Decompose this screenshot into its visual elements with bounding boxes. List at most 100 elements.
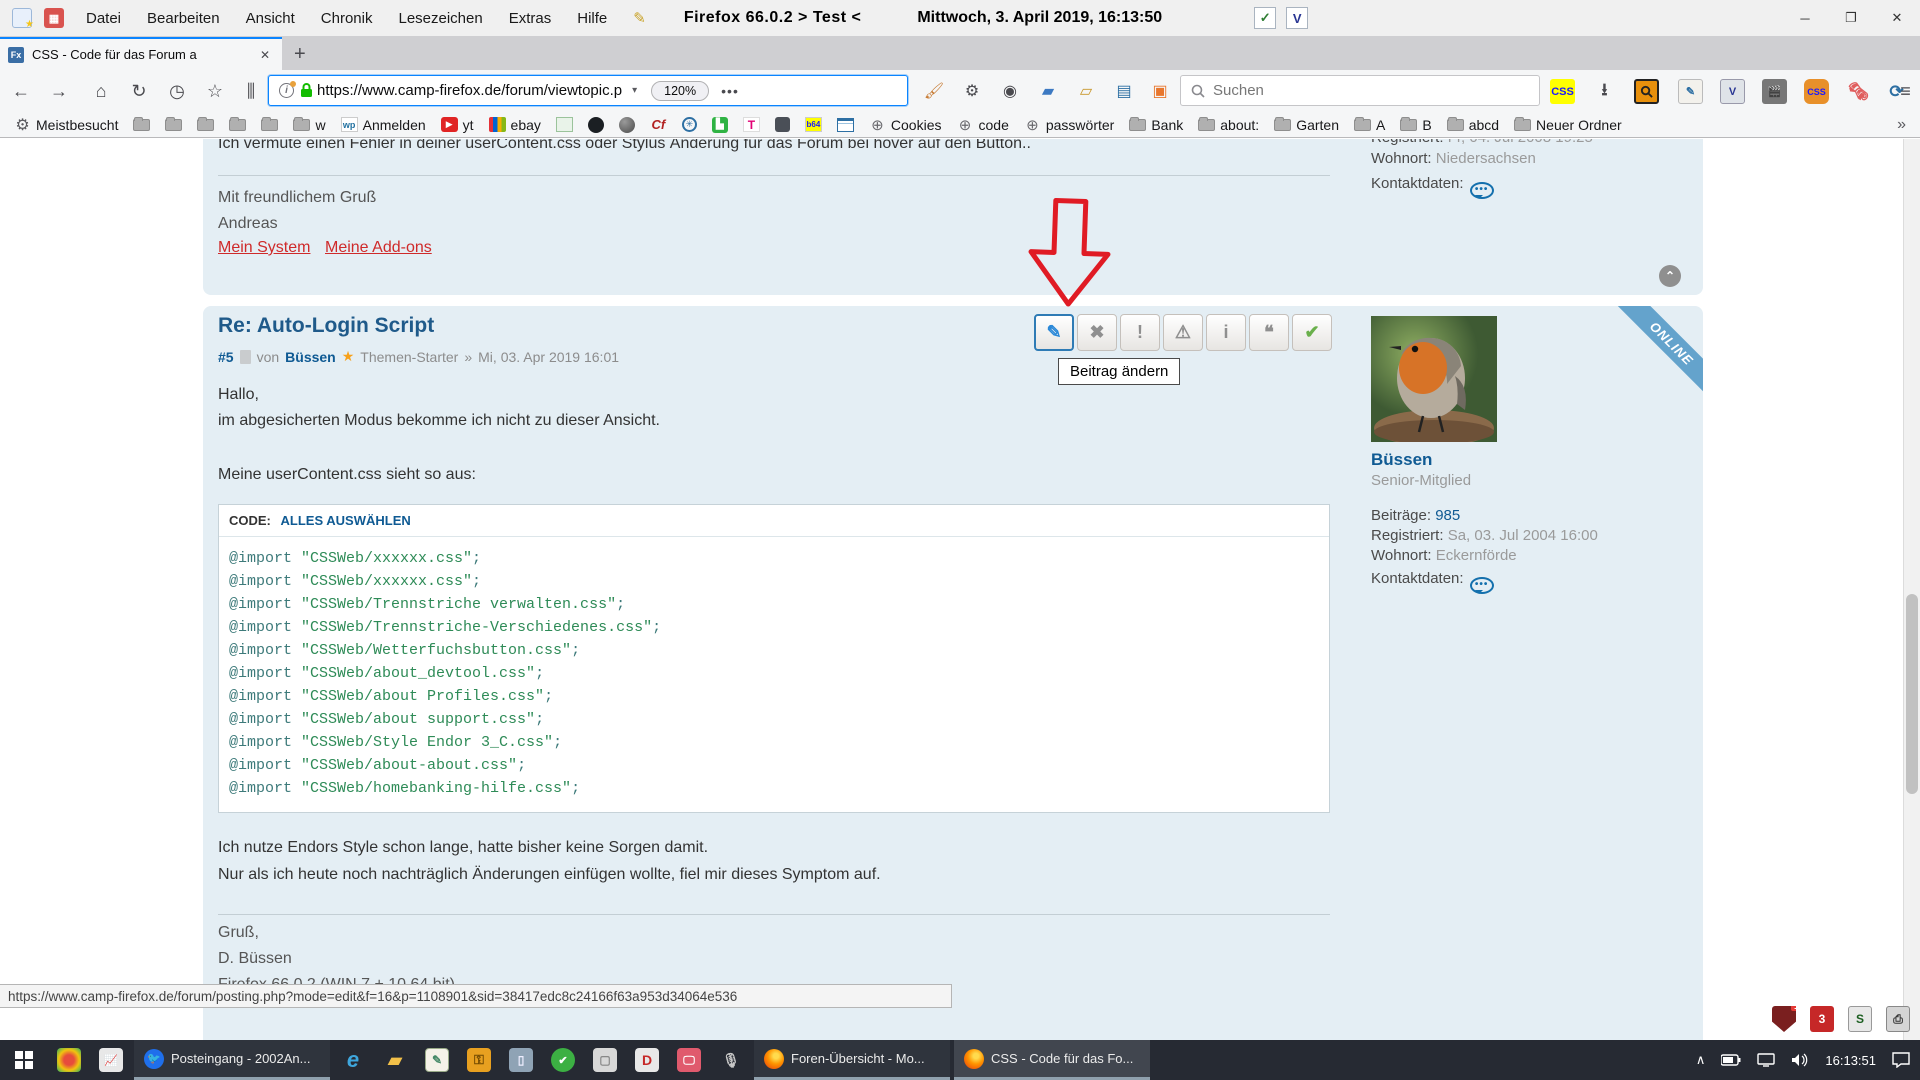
- taskbar-task[interactable]: 🦊Foren-Übersicht - Mo...: [754, 1040, 950, 1080]
- edit-button[interactable]: ✎: [1034, 314, 1074, 351]
- network-monitor-icon[interactable]: [1757, 1053, 1775, 1067]
- contact-bubble-icon[interactable]: •••: [1470, 182, 1494, 199]
- information-button[interactable]: i: [1206, 314, 1246, 351]
- paintbrush-icon[interactable]: 🖌: [922, 79, 946, 103]
- bookmark-about-[interactable]: about:: [1198, 117, 1259, 133]
- taskbar-icon-edge[interactable]: e: [332, 1040, 374, 1080]
- bookmark-neuer-ordner[interactable]: Neuer Ordner: [1514, 117, 1622, 133]
- forward-icon[interactable]: →: [46, 78, 72, 104]
- history-icon[interactable]: ◷: [164, 78, 190, 104]
- open-folder-icon[interactable]: ▱: [1074, 79, 1098, 103]
- play-circle-icon[interactable]: ◉: [998, 79, 1022, 103]
- bookmark-folder-3[interactable]: [197, 119, 214, 131]
- select-all-link[interactable]: ALLES AUSWÄHLEN: [281, 513, 411, 528]
- url-bar[interactable]: i https://www.camp-firefox.de/forum/view…: [268, 75, 908, 106]
- urlbar-dropdown-icon[interactable]: ▾: [632, 85, 637, 96]
- report-button[interactable]: !: [1120, 314, 1160, 351]
- bookmark-cookies[interactable]: ⊕Cookies: [869, 117, 942, 133]
- notes-pencil-icon[interactable]: ✎: [1678, 79, 1703, 104]
- shield-desktop-icon[interactable]: 1: [1772, 1006, 1796, 1032]
- menu-hilfe[interactable]: Hilfe: [577, 10, 607, 27]
- taskbar-icon-greencheck[interactable]: ✔: [542, 1040, 584, 1080]
- close-button[interactable]: ✕: [1874, 0, 1920, 36]
- profile-username[interactable]: Büssen: [1371, 450, 1691, 470]
- approve-button[interactable]: ✔: [1292, 314, 1332, 351]
- bookmark-ebay[interactable]: ebay: [489, 117, 541, 133]
- taskbar-icon-dred[interactable]: D: [626, 1040, 668, 1080]
- printer-desktop-icon[interactable]: ⎙: [1886, 1006, 1910, 1032]
- gear-icon[interactable]: ⚙: [960, 79, 984, 103]
- avatar[interactable]: [1371, 316, 1497, 442]
- url-text[interactable]: https://www.camp-firefox.de/forum/viewto…: [317, 82, 622, 99]
- posts-count-link[interactable]: 985: [1435, 507, 1460, 524]
- bookmark-listblue-19[interactable]: [837, 118, 854, 132]
- taskbar-icon-pie[interactable]: ◔: [48, 1040, 90, 1080]
- library-icon[interactable]: ⫼: [238, 78, 264, 104]
- bookmark-garten[interactable]: Garten: [1274, 117, 1339, 133]
- bookmark-cf-13[interactable]: Cf: [650, 117, 667, 132]
- bookmark-passw-rter[interactable]: ⊕passwörter: [1024, 117, 1114, 133]
- spreadsheet-check-icon[interactable]: ✓: [1254, 7, 1276, 29]
- contact-bubble-icon[interactable]: •••: [1470, 577, 1494, 594]
- window-panel-icon[interactable]: ▤: [1112, 79, 1136, 103]
- v-extension-icon[interactable]: V: [1720, 79, 1745, 104]
- taskbar-icon-notes[interactable]: ✎: [416, 1040, 458, 1080]
- taskbar-task[interactable]: 🦊CSS - Code für das Fo...: [954, 1040, 1150, 1080]
- scrollbar[interactable]: [1903, 139, 1920, 1040]
- menu-bearbeiten[interactable]: Bearbeiten: [147, 10, 220, 27]
- star-icon[interactable]: ☆: [202, 78, 228, 104]
- bookmark-b[interactable]: B: [1400, 117, 1431, 133]
- bookmark-abcd[interactable]: abcd: [1447, 117, 1499, 133]
- bookmark-w[interactable]: w: [293, 117, 325, 133]
- page-actions-icon[interactable]: •••: [721, 83, 739, 99]
- script-scroll-icon[interactable]: 🗞: [1846, 79, 1871, 104]
- css-smiley-icon[interactable]: CSS: [1804, 79, 1829, 104]
- quote-button[interactable]: ❝: [1249, 314, 1289, 351]
- taskbar-icon-redmonitor[interactable]: 🖵: [668, 1040, 710, 1080]
- orange-app-icon[interactable]: ▣: [1148, 79, 1172, 103]
- bookmark-telekom-16[interactable]: T: [743, 117, 760, 132]
- link-mein-system[interactable]: Mein System: [218, 239, 310, 257]
- bookmark-globeblue-14[interactable]: ✳: [682, 117, 697, 132]
- menu-chronik[interactable]: Chronik: [321, 10, 373, 27]
- bookmark-folder-2[interactable]: [165, 119, 182, 131]
- bookmark-sphere-12[interactable]: [619, 117, 635, 133]
- bookmark-bank[interactable]: Bank: [1129, 117, 1183, 133]
- new-tab-button[interactable]: +: [282, 43, 318, 70]
- tab-active[interactable]: Fx CSS - Code für das Forum a ✕: [0, 37, 282, 70]
- bookmarks-overflow-icon[interactable]: »: [1897, 116, 1906, 134]
- start-button[interactable]: [0, 1040, 48, 1080]
- delete-button[interactable]: ✖: [1077, 314, 1117, 351]
- taskbar-icon-chart[interactable]: 📈: [90, 1040, 132, 1080]
- v-app-icon[interactable]: V: [1286, 7, 1308, 29]
- menu-extras[interactable]: Extras: [509, 10, 552, 27]
- code-body[interactable]: @import "CSSWeb/xxxxxx.css";@import "CSS…: [219, 537, 1329, 812]
- zoom-level-button[interactable]: 120%: [651, 81, 709, 101]
- site-info-icon[interactable]: i: [279, 83, 294, 98]
- menu-datei[interactable]: Datei: [86, 10, 121, 27]
- bookmark-greenbox-15[interactable]: ▙: [712, 117, 728, 133]
- sbox-desktop-icon[interactable]: S: [1848, 1006, 1872, 1032]
- restore-button[interactable]: ❐: [1828, 0, 1874, 36]
- bookmark-meistbesucht[interactable]: ⚙Meistbesucht: [14, 117, 118, 133]
- back-to-top-icon[interactable]: ⌃: [1659, 265, 1681, 287]
- bookmark-anmelden[interactable]: wpAnmelden: [341, 117, 426, 133]
- battery-icon[interactable]: [1721, 1054, 1741, 1066]
- bookmark-github-11[interactable]: [588, 117, 604, 133]
- taskbar-icon-explorer[interactable]: ▰: [374, 1040, 416, 1080]
- menu-lesezeichen[interactable]: Lesezeichen: [398, 10, 482, 27]
- tray-chevron-icon[interactable]: ∧: [1696, 1052, 1706, 1068]
- reload-icon[interactable]: ↻: [126, 78, 152, 104]
- home-icon[interactable]: ⌂: [88, 78, 114, 104]
- bookmark-yt[interactable]: ▶yt: [441, 117, 474, 133]
- hamburger-menu-icon[interactable]: ≡: [1893, 79, 1918, 104]
- download-icon[interactable]: ⭳: [1592, 79, 1617, 104]
- blue-folder-icon[interactable]: ▰: [1036, 79, 1060, 103]
- scrollbar-thumb[interactable]: [1906, 594, 1918, 794]
- taskbar-task[interactable]: 🐦Posteingang - 2002An...: [134, 1040, 330, 1080]
- clapperboard-icon[interactable]: 🎬: [1762, 79, 1787, 104]
- bookmark-folder-1[interactable]: [133, 119, 150, 131]
- speaker-icon[interactable]: [1791, 1053, 1809, 1067]
- bookmark-folder-4[interactable]: [229, 119, 246, 131]
- minimize-button[interactable]: ─: [1782, 0, 1828, 36]
